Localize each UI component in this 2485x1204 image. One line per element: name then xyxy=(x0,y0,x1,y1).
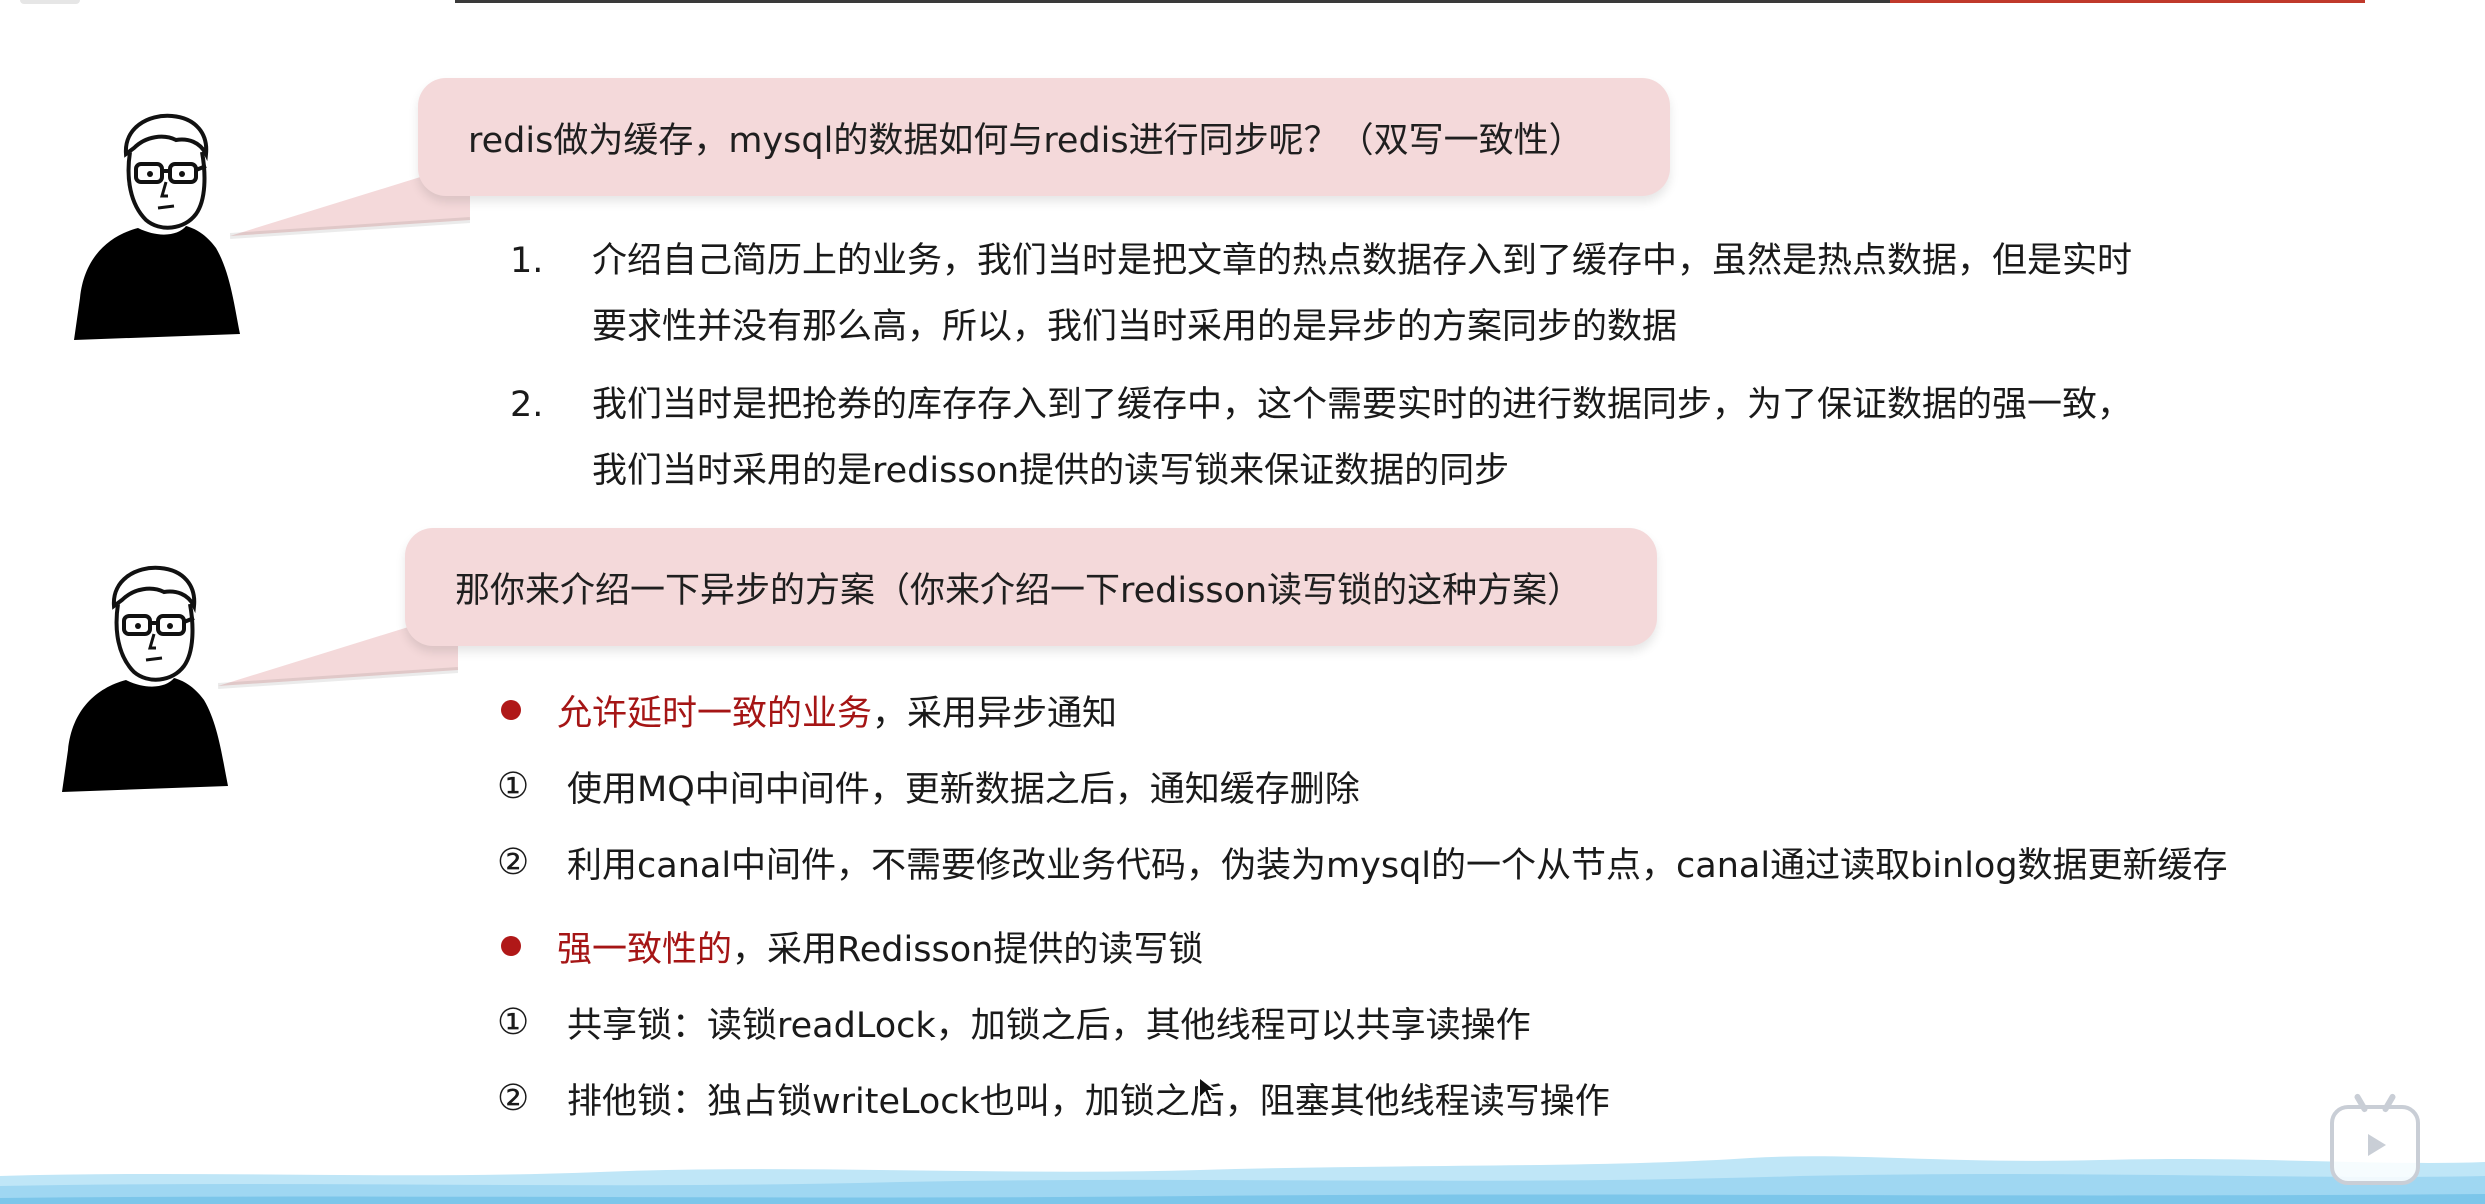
person-icon xyxy=(62,565,228,792)
bullet-dot-icon xyxy=(501,936,521,956)
item-marker: ① xyxy=(497,765,530,807)
item-text: 使用MQ中间中间件，更新数据之后，通知缓存删除 xyxy=(567,769,1360,810)
answer-line: 介绍自己简历上的业务，我们当时是把文章的热点数据存入到了缓存中，虽然是热点数据，… xyxy=(592,241,2133,281)
answer-line: 要求性并没有那么高，所以，我们当时采用的是异步的方案同步的数据 xyxy=(592,307,1678,347)
answer-list: 1. 介绍自己简历上的业务，我们当时是把文章的热点数据存入到了缓存中，虽然是热点… xyxy=(500,228,2300,516)
item-marker: ② xyxy=(497,1077,530,1119)
section-item: ② 利用canal中间件，不需要修改业务代码，伪装为mysql的一个从节点，ca… xyxy=(497,824,2397,900)
item-text: 共享锁：读锁readLock，加锁之后，其他线程可以共享读操作 xyxy=(567,1005,1531,1046)
person-icon xyxy=(74,113,240,340)
top-corner-decoration xyxy=(20,0,80,4)
item-marker: ① xyxy=(497,1001,530,1043)
section-item: ① 共享锁：读锁readLock，加锁之后，其他线程可以共享读操作 xyxy=(497,984,2397,1060)
section-heading: 强一致性的 ，采用Redisson提供的读写锁 xyxy=(497,908,2397,984)
question-1-text: redis做为缓存，mysql的数据如何与redis进行同步呢？（双写一致性） xyxy=(468,120,1584,161)
bullet-dot-icon xyxy=(501,700,521,720)
section-heading-rest: ，采用异步通知 xyxy=(872,693,1118,734)
answer-line: 我们当时是把抢券的库存存入到了缓存中，这个需要实时的进行数据同步，为了保证数据的… xyxy=(592,385,2133,425)
interviewer-figure-1 xyxy=(68,108,248,348)
item-text: 利用canal中间件，不需要修改业务代码，伪装为mysql的一个从节点，cana… xyxy=(567,845,2228,886)
section-item: ① 使用MQ中间中间件，更新数据之后，通知缓存删除 xyxy=(497,748,2397,824)
answer-number: 2. xyxy=(510,385,544,425)
mouse-cursor-icon xyxy=(1198,1075,1220,1105)
question-2-text: 那你来介绍一下异步的方案（你来介绍一下redisson读写锁的这种方案） xyxy=(455,570,1583,611)
item-marker: ② xyxy=(497,841,530,883)
answer-item: 2. 我们当时是把抢券的库存存入到了缓存中，这个需要实时的进行数据同步，为了保证… xyxy=(500,372,2300,504)
play-icon xyxy=(2368,1134,2386,1156)
item-text: 排他锁：独占锁writeLock也叫，加锁之后，阻塞其他线程读写操作 xyxy=(567,1081,1610,1122)
question-bubble-1: redis做为缓存，mysql的数据如何与redis进行同步呢？（双写一致性） xyxy=(418,78,1670,196)
answer-line: 我们当时采用的是redisson提供的读写锁来保证数据的同步 xyxy=(592,451,1510,491)
section-highlight: 允许延时一致的业务 xyxy=(557,693,873,734)
top-rule-accent xyxy=(1890,0,2365,3)
bottom-wave-decoration xyxy=(0,1150,2485,1204)
solution-sections: 允许延时一致的业务 ，采用异步通知 ① 使用MQ中间中间件，更新数据之后，通知缓… xyxy=(497,672,2397,1136)
section-heading: 允许延时一致的业务 ，采用异步通知 xyxy=(497,672,2397,748)
question-bubble-2: 那你来介绍一下异步的方案（你来介绍一下redisson读写锁的这种方案） xyxy=(405,528,1657,646)
video-play-widget[interactable] xyxy=(2330,1092,2420,1185)
answer-item: 1. 介绍自己简历上的业务，我们当时是把文章的热点数据存入到了缓存中，虽然是热点… xyxy=(500,228,2300,360)
section-highlight: 强一致性的 xyxy=(557,929,733,970)
section-item: ② 排他锁：独占锁writeLock也叫，加锁之后，阻塞其他线程读写操作 xyxy=(497,1060,2397,1136)
interviewer-figure-2 xyxy=(56,560,236,800)
answer-number: 1. xyxy=(510,241,544,281)
section-heading-rest: ，采用Redisson提供的读写锁 xyxy=(732,929,1204,970)
